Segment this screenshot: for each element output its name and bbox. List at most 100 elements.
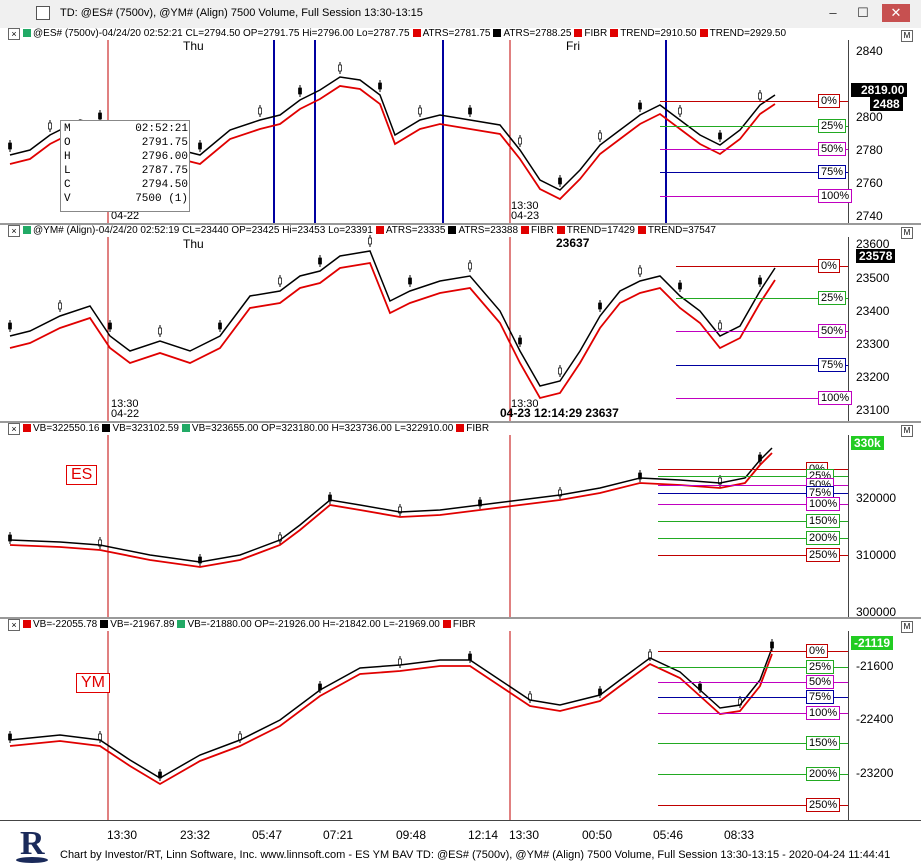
investor-rt-logo-icon: R: [16, 825, 48, 863]
fib-level-label: 100%: [818, 189, 853, 203]
x-axis-label: 23:32: [180, 828, 211, 842]
bav-black-line: [9, 447, 773, 563]
ohlc-key: L: [64, 165, 71, 177]
date-label: 04-23: [511, 210, 540, 222]
fib-level-label: 50%: [806, 675, 835, 689]
fib-level-label: 0%: [806, 644, 828, 658]
x-axis-label: 00:50: [582, 828, 613, 842]
fib-level-label: 25%: [806, 660, 835, 674]
bav-bar: [468, 653, 472, 661]
y-axis-label: 300000: [856, 605, 897, 619]
x-axis-label: 09:48: [396, 828, 427, 842]
fib-level-label: 150%: [806, 736, 841, 750]
fib-level-label: 25%: [818, 119, 847, 133]
ohlc-row: H 2796.00: [64, 151, 188, 163]
fib-level-label: 100%: [806, 497, 841, 511]
y-axis-label: 2760: [856, 176, 883, 190]
bav-bar: [398, 658, 402, 666]
price-bar: [418, 107, 422, 115]
y-axis-label: 2840: [856, 44, 883, 58]
price-bar: [158, 327, 162, 335]
price-bar: [468, 262, 472, 270]
ohlc-data-window[interactable]: M 02:52:21 O 2791.75 H 2796.00 L 2787.75 C 2794.5…: [60, 120, 190, 212]
last-value-box: -21119: [851, 636, 894, 650]
y-axis-label: 23400: [856, 304, 890, 318]
fib-level-label: 75%: [806, 690, 835, 704]
price-bar: [518, 137, 522, 145]
price-bar: [758, 277, 762, 285]
price-bar: [678, 282, 682, 290]
fib-level-label: 0%: [818, 94, 840, 108]
ohlc-key: O: [64, 137, 71, 149]
ohlc-value: 2796.00: [141, 151, 188, 163]
fib-level-label: 150%: [806, 514, 841, 528]
price-bar: [408, 277, 412, 285]
ohlc-key: H: [64, 151, 71, 163]
fib-level-label: 200%: [806, 767, 841, 781]
bav-bar: [770, 641, 774, 649]
atr-black-line: [9, 250, 776, 387]
price-bar: [598, 132, 602, 140]
price-bar: [258, 107, 262, 115]
ohlc-row: C 2794.50: [64, 179, 188, 191]
price-bar: [368, 237, 372, 245]
price-bar: [98, 112, 102, 120]
price-bar: [58, 302, 62, 310]
price-bar: [638, 267, 642, 275]
price-bar: [678, 107, 682, 115]
bav-bar: [8, 733, 12, 741]
price-bar: [638, 102, 642, 110]
price-bar: [318, 257, 322, 265]
date-label: 04-22: [111, 408, 140, 420]
y-axis-label: -23200: [856, 766, 894, 780]
price-bar: [8, 142, 12, 150]
fib-level-label: 75%: [818, 358, 847, 372]
footer: Chart by Investor/RT, Linn Software, Inc…: [0, 846, 921, 868]
x-axis-label: 07:21: [323, 828, 354, 842]
ohlc-key: V: [64, 193, 71, 205]
ohlc-value: 2787.75: [141, 165, 188, 177]
price-bar: [598, 302, 602, 310]
x-axis-label: 13:30: [107, 828, 138, 842]
y-axis-label: 310000: [856, 548, 897, 562]
bav-red-line: [9, 653, 773, 786]
x-axis: [0, 820, 921, 847]
price-bar: [338, 64, 342, 72]
price-bar: [298, 87, 302, 95]
footer-text: Chart by Investor/RT, Linn Software, Inc…: [60, 849, 891, 861]
y-axis-label: 320000: [856, 491, 897, 505]
es-tag: ES: [66, 465, 98, 485]
price-bar: [558, 367, 562, 375]
fib-level-label: 75%: [818, 165, 847, 179]
bav-bar: [648, 651, 652, 659]
y-axis-label: 23300: [856, 337, 890, 351]
x-axis-label: 13:30: [509, 828, 540, 842]
price-bar: [468, 107, 472, 115]
fib-level-label: 250%: [806, 798, 841, 812]
y-axis-line: [848, 631, 849, 820]
day-label: Fri: [566, 39, 580, 53]
ohlc-value: 02:52:21: [135, 123, 188, 135]
x-axis-label: 05:46: [653, 828, 684, 842]
y-axis-label: 23500: [856, 271, 890, 285]
x-axis-label: 08:33: [724, 828, 755, 842]
price-bar: [198, 142, 202, 150]
ohlc-row: M 02:52:21: [64, 123, 188, 135]
ohlc-value: 7500 (1): [135, 193, 188, 205]
fib-level-label: 0%: [818, 259, 840, 273]
last-value-box: 330k: [851, 436, 884, 450]
fib-level-label: 100%: [818, 391, 853, 405]
price-bar: [718, 132, 722, 140]
fib-level-label: 50%: [818, 324, 847, 338]
y-axis-label: 23100: [856, 403, 890, 417]
ohlc-key: M: [64, 123, 71, 135]
price-bar: [718, 322, 722, 330]
ohlc-value: 2791.75: [141, 137, 188, 149]
high-annotation: 23637: [556, 236, 590, 250]
svg-text:R: R: [20, 825, 45, 862]
y-axis-line: [848, 435, 849, 617]
fib-level-label: 50%: [818, 142, 847, 156]
high-time-annotation: 04-23 12:14:29 23637: [500, 406, 619, 420]
ohlc-row: O 2791.75: [64, 137, 188, 149]
day-label: Thu: [183, 39, 204, 53]
